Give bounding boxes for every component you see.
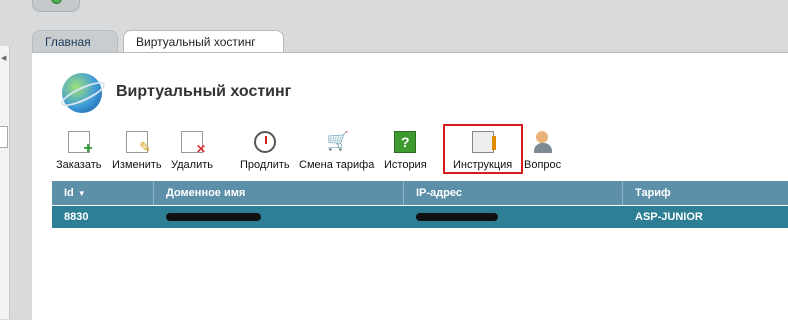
collapse-arrow-icon[interactable]: ◀ xyxy=(1,54,6,62)
redacted-domain xyxy=(166,213,261,222)
left-collapsed-panel[interactable]: ◀ xyxy=(0,46,10,319)
badge-dot-icon xyxy=(51,0,62,4)
renew-button[interactable]: Продлить xyxy=(240,131,290,171)
clock-icon xyxy=(253,131,276,153)
order-button[interactable]: Заказать xyxy=(56,131,102,171)
delete-button-label: Удалить xyxy=(171,159,213,171)
cell-ip xyxy=(404,206,623,228)
sort-desc-icon[interactable]: ▼ xyxy=(78,189,86,198)
column-header-plan[interactable]: Тариф xyxy=(623,181,788,205)
change-plan-button-label: Смена тарифа xyxy=(299,159,375,171)
column-header-id-label: Id xyxy=(64,187,74,199)
page-title: Виртуальный хостинг xyxy=(116,83,292,100)
main-content: Виртуальный хостинг Заказать Изменить Уд… xyxy=(32,52,788,320)
column-header-id[interactable]: Id ▼ xyxy=(52,181,154,205)
change-plan-button[interactable]: Смена тарифа xyxy=(299,131,374,171)
order-button-label: Заказать xyxy=(56,159,102,171)
help-book-icon xyxy=(394,131,417,153)
renew-button-label: Продлить xyxy=(240,159,290,171)
column-header-domain[interactable]: Доменное имя xyxy=(154,181,404,205)
notification-badge[interactable] xyxy=(32,0,80,12)
support-user-icon xyxy=(532,131,554,153)
instructions-highlight-box xyxy=(443,124,523,174)
left-panel-field[interactable] xyxy=(0,126,8,148)
table-row[interactable]: 8830 ASP-JUNIOR xyxy=(52,206,788,228)
globe-icon xyxy=(62,73,102,113)
tab-main[interactable]: Главная xyxy=(32,30,118,52)
delete-x-icon xyxy=(181,131,206,156)
table-header: Id ▼ Доменное имя IP-адрес Тариф xyxy=(52,181,788,205)
history-button-label: История xyxy=(384,159,427,171)
delete-button[interactable]: Удалить xyxy=(171,131,213,171)
column-header-domain-label: Доменное имя xyxy=(166,187,246,199)
left-gutter xyxy=(10,46,30,319)
redacted-ip xyxy=(416,213,498,222)
column-header-plan-label: Тариф xyxy=(635,187,671,199)
question-button-label: Вопрос xyxy=(524,159,562,171)
edit-pencil-icon xyxy=(125,131,151,156)
cart-icon xyxy=(326,131,349,153)
column-header-ip[interactable]: IP-адрес xyxy=(404,181,623,205)
cell-plan: ASP-JUNIOR xyxy=(635,211,703,223)
question-button[interactable]: Вопрос xyxy=(524,131,561,171)
edit-button[interactable]: Изменить xyxy=(112,131,162,171)
order-doc-plus-icon xyxy=(67,131,93,158)
cell-domain xyxy=(154,206,404,228)
history-button[interactable]: История xyxy=(384,131,427,171)
cell-id: 8830 xyxy=(64,211,89,223)
column-header-ip-label: IP-адрес xyxy=(416,187,462,199)
edit-button-label: Изменить xyxy=(112,159,162,171)
tab-main-label: Главная xyxy=(45,35,91,49)
tab-virtual-hosting[interactable]: Виртуальный хостинг × xyxy=(123,30,284,70)
tab-virtual-hosting-label: Виртуальный хостинг xyxy=(136,35,256,49)
